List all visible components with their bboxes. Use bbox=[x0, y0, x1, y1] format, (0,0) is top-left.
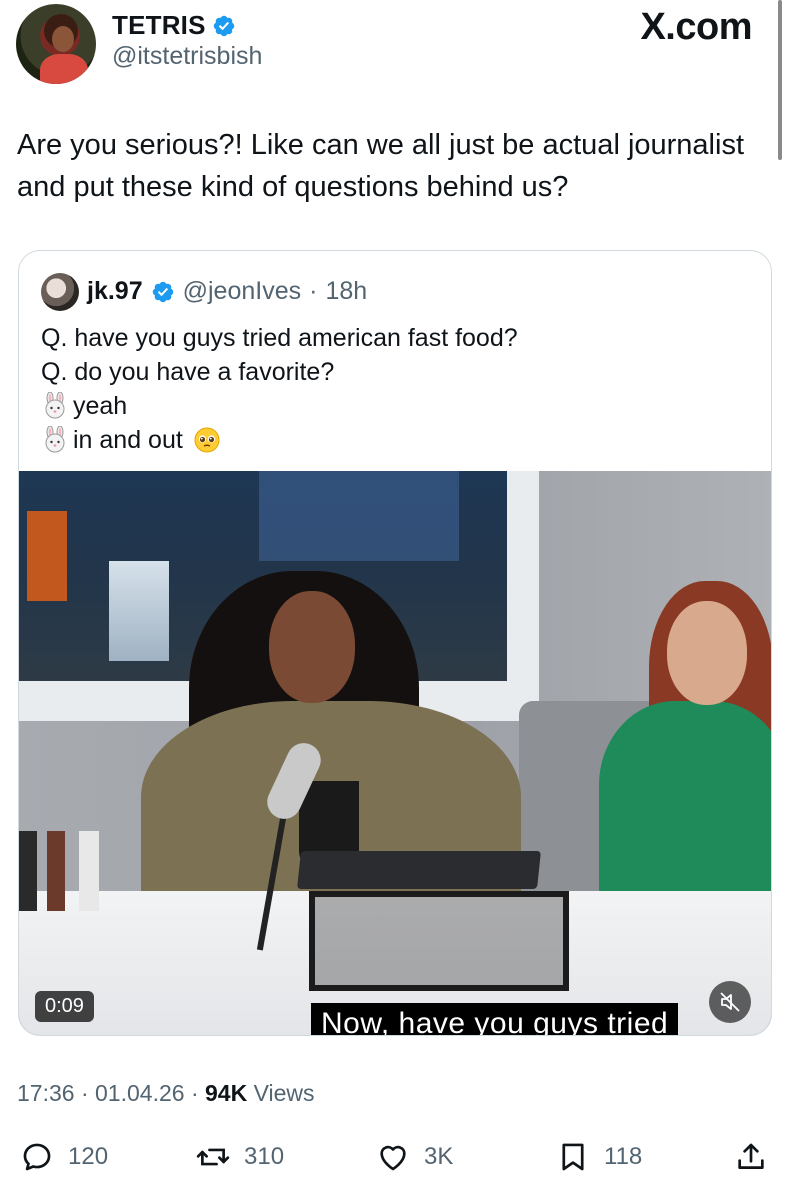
video-caption: Now, have you guys tried bbox=[311, 1003, 679, 1035]
quoted-author-avatar[interactable] bbox=[41, 273, 79, 311]
meta-separator: · bbox=[80, 1080, 89, 1106]
tweet-meta: 17:36 · 01.04.26 · 94K Views bbox=[17, 1080, 315, 1107]
bunny-face-icon bbox=[45, 392, 65, 419]
quoted-line: Q. have you guys tried american fast foo… bbox=[41, 321, 518, 355]
bookmark-icon bbox=[562, 1143, 584, 1171]
tweet-date[interactable]: 01.04.26 bbox=[95, 1080, 185, 1106]
quoted-display-name[interactable]: jk.97 bbox=[87, 277, 143, 306]
views-count: 94K bbox=[205, 1080, 248, 1106]
author-name-text[interactable]: TETRIS bbox=[112, 10, 206, 41]
quoted-handle[interactable]: @jeonIves bbox=[183, 277, 302, 306]
scrollbar[interactable] bbox=[778, 0, 782, 160]
quoted-line-text: Q. have you guys tried american fast foo… bbox=[41, 324, 518, 352]
bookmark-button[interactable]: 118 bbox=[556, 1140, 642, 1174]
reply-icon bbox=[23, 1143, 51, 1171]
reply-count: 120 bbox=[68, 1143, 109, 1170]
quoted-separator: · bbox=[309, 277, 318, 305]
heart-icon bbox=[380, 1145, 406, 1171]
repost-count: 310 bbox=[244, 1143, 285, 1170]
quoted-line: in and out bbox=[41, 423, 518, 457]
bunny-face-icon bbox=[45, 426, 65, 453]
meta-separator: · bbox=[190, 1080, 199, 1106]
quoted-tweet-card[interactable]: jk.97 @jeonIves · 18h Q. have you guys tri… bbox=[18, 250, 772, 1036]
quoted-line: Q. do you have a favorite? bbox=[41, 355, 518, 389]
like-button[interactable]: 3K bbox=[376, 1140, 453, 1174]
author-handle[interactable]: @itstetrisbish bbox=[112, 42, 262, 71]
quoted-line-text: Q. do you have a favorite? bbox=[41, 358, 335, 386]
quoted-header: jk.97 @jeonIves · 18h bbox=[87, 277, 367, 306]
repost-icon bbox=[196, 1148, 230, 1166]
views-label: Views bbox=[253, 1080, 315, 1106]
quoted-line: yeah bbox=[41, 389, 518, 423]
quoted-time[interactable]: 18h bbox=[325, 277, 367, 306]
verified-badge-icon bbox=[213, 15, 234, 36]
speaker-muted-icon bbox=[720, 992, 740, 1012]
video-duration: 0:09 bbox=[35, 991, 94, 1022]
quoted-verified-badge-icon bbox=[152, 281, 173, 302]
action-bar: 120 310 3K 118 bbox=[0, 1130, 788, 1190]
pleading-face-icon bbox=[194, 427, 220, 453]
quoted-text: Q. have you guys tried american fast foo… bbox=[41, 321, 518, 457]
author-avatar[interactable] bbox=[16, 4, 96, 84]
quoted-line-text: in and out bbox=[73, 426, 183, 454]
like-count: 3K bbox=[424, 1143, 454, 1170]
author-display-name[interactable]: TETRIS bbox=[112, 10, 236, 41]
quoted-line-text: yeah bbox=[73, 392, 128, 420]
share-icon bbox=[738, 1143, 764, 1169]
bookmark-count: 118 bbox=[604, 1143, 643, 1170]
repost-button[interactable]: 310 bbox=[196, 1140, 284, 1174]
mute-button[interactable] bbox=[709, 981, 751, 1023]
x-logo: X.com bbox=[640, 6, 752, 48]
tweet-text: Are you serious?! Like can we all just b… bbox=[17, 129, 744, 203]
reply-button[interactable]: 120 bbox=[20, 1140, 108, 1174]
tweet-time[interactable]: 17:36 bbox=[17, 1080, 75, 1106]
video-player[interactable]: 0:09 Now, have you guys tried bbox=[19, 471, 771, 1035]
share-button[interactable] bbox=[734, 1140, 768, 1174]
